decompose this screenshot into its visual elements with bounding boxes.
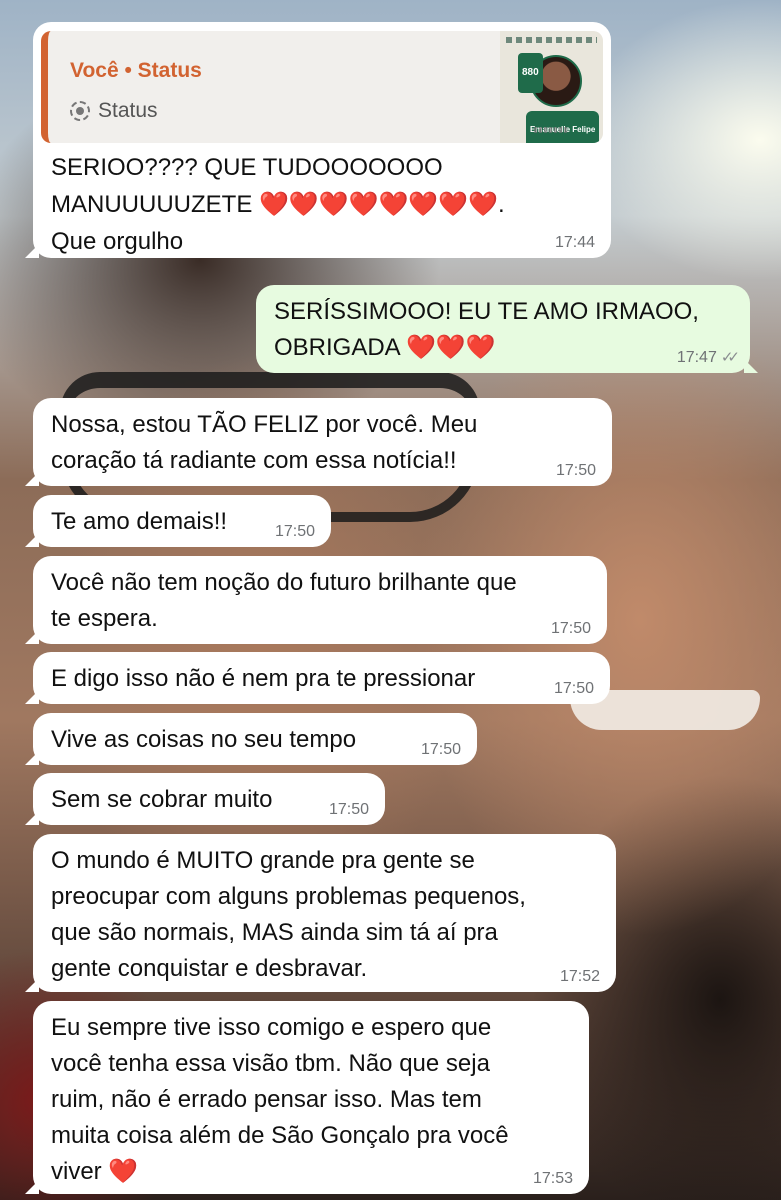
quoted-status-subtitle: Status xyxy=(70,93,158,129)
thumbnail-footer-text xyxy=(534,127,568,133)
message-text: SERIOO???? QUE TUDOOOOOOO MANUUUUUZETE ❤… xyxy=(51,154,505,255)
message-bubble-incoming[interactable]: Vive as coisas no seu tempo 17:50 xyxy=(25,713,477,765)
message-timestamp: 17:50 xyxy=(420,741,461,758)
message-bubble-incoming[interactable]: Sem se cobrar muito 17:50 xyxy=(25,773,385,825)
message-timestamp: 17:50 xyxy=(550,620,591,637)
message-timestamp: 17:47 xyxy=(676,349,717,366)
quoted-status-preview[interactable]: Você • Status Status 880 Emanuelle Felip… xyxy=(41,31,603,143)
message-bubble-incoming[interactable]: Eu sempre tive isso comigo e espero que … xyxy=(25,1001,589,1194)
quoted-status-label: Status xyxy=(98,99,158,122)
quoted-status-title: Você • Status xyxy=(70,59,202,82)
status-thumbnail[interactable]: 880 Emanuelle Felipe xyxy=(500,31,603,143)
message-text: Você não tem noção do futuro brilhante q… xyxy=(51,569,517,632)
message-timestamp: 17:44 xyxy=(554,234,595,251)
message-bubble-outgoing[interactable]: SERÍSSIMOOO! EU TE AMO IRMAOO, OBRIGADA … xyxy=(256,285,758,373)
message-timestamp: 17:50 xyxy=(274,523,315,540)
message-text: Sem se cobrar muito xyxy=(51,786,273,813)
message-timestamp: 17:52 xyxy=(559,968,600,985)
message-bubble-incoming[interactable]: Nossa, estou TÃO FELIZ por você. Meu cor… xyxy=(25,398,612,486)
double-check-icon: ✓✓ xyxy=(720,349,740,366)
message-bubble-incoming[interactable]: Você não tem noção do futuro brilhante q… xyxy=(25,556,607,644)
thumbnail-badge: 880 xyxy=(518,53,543,93)
message-text: O mundo é MUITO grande pra gente se preo… xyxy=(51,847,526,982)
message-bubble-incoming[interactable]: E digo isso não é nem pra te pressionar … xyxy=(25,652,610,704)
message-text: Eu sempre tive isso comigo e espero que … xyxy=(51,1014,509,1185)
message-bubble-incoming[interactable]: O mundo é MUITO grande pra gente se preo… xyxy=(25,834,616,992)
message-timestamp: 17:50 xyxy=(553,680,594,697)
message-timestamp: 17:53 xyxy=(532,1170,573,1187)
message-bubble-incoming[interactable]: Você • Status Status 880 Emanuelle Felip… xyxy=(25,22,611,258)
message-meta: 17:47 ✓✓ xyxy=(676,349,740,367)
message-text: Vive as coisas no seu tempo xyxy=(51,726,357,753)
message-text: SERÍSSIMOOO! EU TE AMO IRMAOO, OBRIGADA … xyxy=(274,298,699,361)
message-timestamp: 17:50 xyxy=(555,462,596,479)
message-text: Te amo demais!! xyxy=(51,508,228,535)
message-text: Nossa, estou TÃO FELIZ por você. Meu cor… xyxy=(51,411,478,474)
message-text: E digo isso não é nem pra te pressionar xyxy=(51,665,476,692)
message-timestamp: 17:50 xyxy=(328,801,369,818)
message-bubble-incoming[interactable]: Te amo demais!! 17:50 xyxy=(25,495,331,547)
status-icon xyxy=(70,101,90,121)
thumbnail-decoration xyxy=(506,37,597,43)
